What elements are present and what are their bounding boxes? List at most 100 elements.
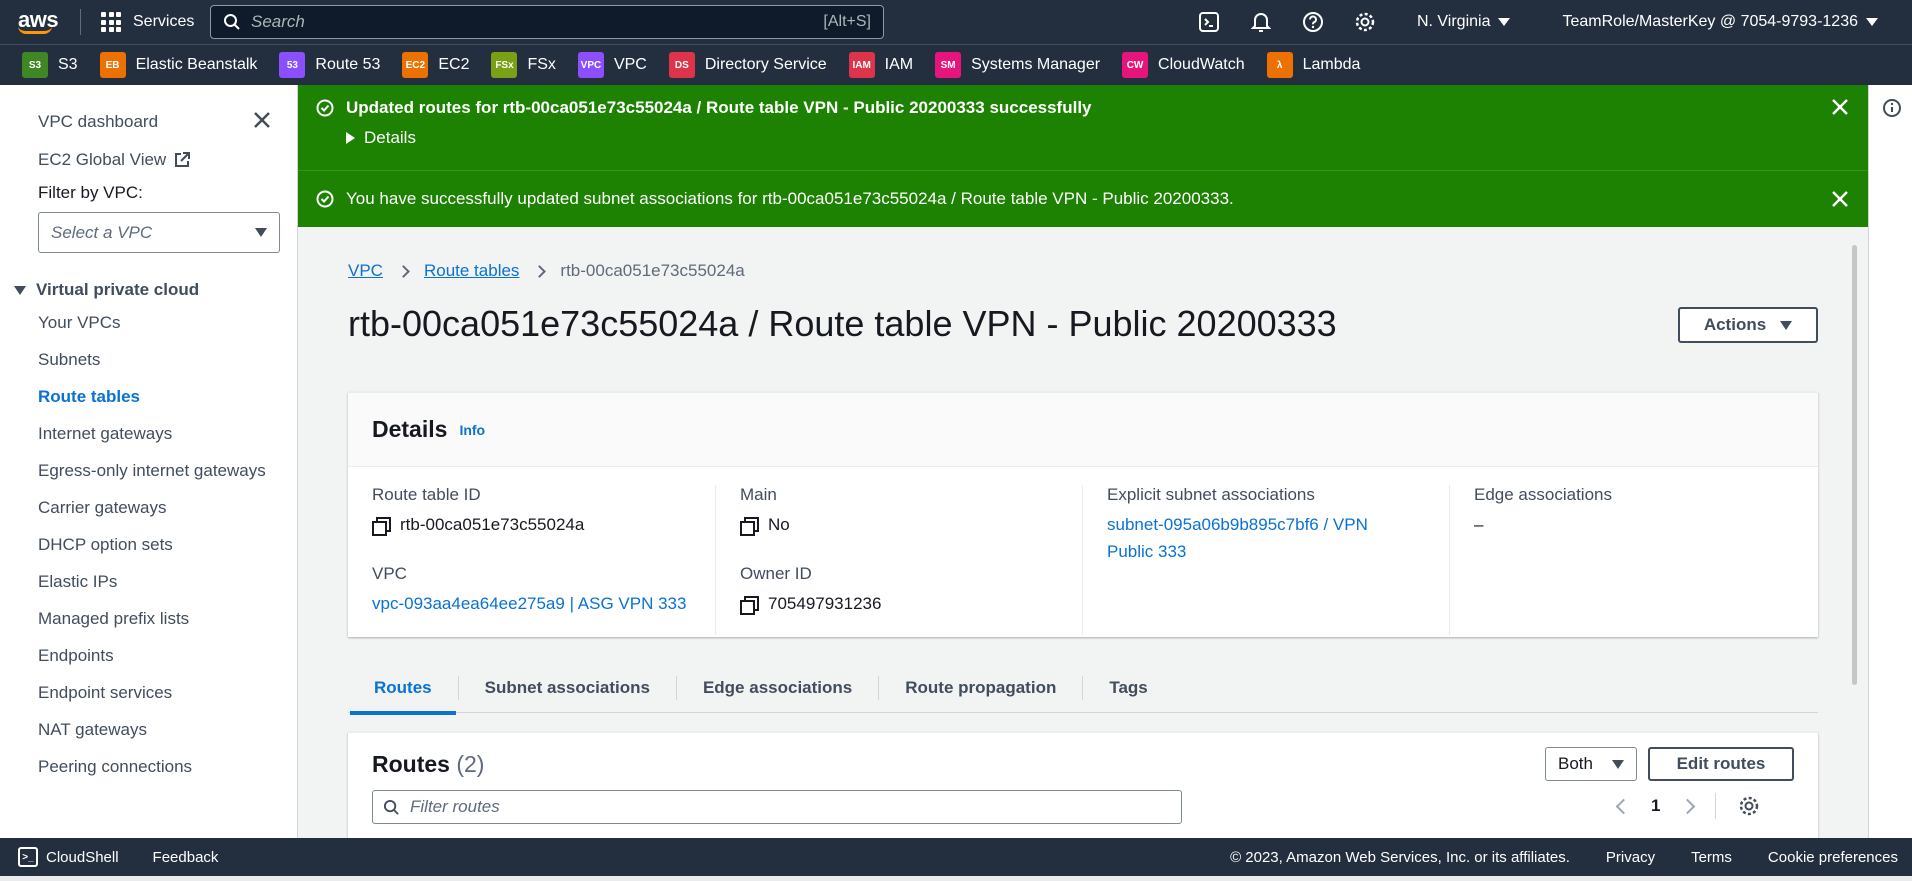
caret-down-icon <box>1498 18 1511 26</box>
route-filter-select[interactable]: Both <box>1545 747 1637 781</box>
explicit-subnet-link[interactable]: subnet-095a06b9b895c7bf6 / VPN Public 33… <box>1107 511 1407 565</box>
sidebar-item-peering-connections[interactable]: Peering connections <box>38 751 278 788</box>
breadcrumb-route-tables[interactable]: Route tables <box>424 261 519 281</box>
details-column-3: Explicit subnet associations subnet-095a… <box>1082 485 1449 635</box>
cloudshell-button[interactable]: >_ CloudShell <box>18 847 119 867</box>
cloudshell-label: CloudShell <box>46 848 119 866</box>
sidebar-item-egress-only-internet-gateways[interactable]: Egress-only internet gateways <box>38 455 278 492</box>
sidebar-item-carrier-gateways[interactable]: Carrier gateways <box>38 492 278 529</box>
systems-manager-icon: SM <box>935 52 962 78</box>
gear-icon[interactable] <box>1343 0 1387 44</box>
filter-routes-input[interactable] <box>410 797 1171 817</box>
previous-page-icon[interactable] <box>1615 798 1632 814</box>
favorite-label: Systems Manager <box>971 56 1101 73</box>
details-column-1: Route table ID rtb-00ca051e73c55024a VPC… <box>348 485 715 635</box>
favorite-cloudwatch[interactable]: CW CloudWatch <box>1122 52 1245 78</box>
flash-message: Updated routes for rtb-00ca051e73c55024a… <box>346 98 1092 117</box>
details-label: Details <box>364 128 416 147</box>
vpc-link[interactable]: vpc-093aa4ea64ee275a9 | ASG VPN 333 <box>372 590 686 617</box>
bell-icon[interactable] <box>1239 0 1283 44</box>
favorite-label: IAM <box>884 56 914 73</box>
tab-tags[interactable]: Tags <box>1082 675 1173 700</box>
actions-button[interactable]: Actions <box>1678 307 1818 343</box>
current-page[interactable]: 1 <box>1651 796 1660 816</box>
next-page-icon[interactable] <box>1680 798 1696 814</box>
aws-logo[interactable]: aws <box>18 4 66 40</box>
sidebar-item-endpoints[interactable]: Endpoints <box>38 640 278 677</box>
feedback-link[interactable]: Feedback <box>153 849 219 866</box>
favorite-directory-service[interactable]: DS Directory Service <box>668 52 827 78</box>
sidebar-item-dhcp-option-sets[interactable]: DHCP option sets <box>38 529 278 566</box>
sidebar-item-endpoint-services[interactable]: Endpoint services <box>38 677 278 714</box>
filter-routes-box[interactable] <box>372 790 1182 824</box>
success-flash-subnets: You have successfully updated subnet ass… <box>298 170 1868 227</box>
privacy-link[interactable]: Privacy <box>1606 849 1655 866</box>
caret-down-icon <box>14 285 26 295</box>
account-menu[interactable]: TeamRole/MasterKey @ 7054-9793-1236 <box>1562 13 1878 31</box>
bottom-edge <box>0 876 1912 881</box>
favorite-ec2[interactable]: EC2 EC2 <box>402 52 469 78</box>
services-menu-button[interactable]: Services <box>101 12 194 32</box>
sidebar-vpc-dashboard[interactable]: VPC dashboard <box>38 112 158 132</box>
copyright: © 2023, Amazon Web Services, Inc. or its… <box>1230 848 1570 866</box>
ec2-icon: EC2 <box>402 52 429 78</box>
copy-icon[interactable] <box>740 595 759 615</box>
favorite-elastic-beanstalk[interactable]: EB Elastic Beanstalk <box>99 52 257 78</box>
dismiss-close-icon[interactable] <box>1832 99 1848 120</box>
flash-details-toggle[interactable]: Details <box>346 128 416 148</box>
caret-down-icon <box>1866 18 1878 26</box>
region-selector[interactable]: N. Virginia <box>1417 13 1511 31</box>
sidebar-item-route-tables[interactable]: Route tables <box>38 381 278 418</box>
tab-edge-associations[interactable]: Edge associations <box>675 675 878 700</box>
sidebar-ec2-global-view[interactable]: EC2 Global View <box>38 150 191 170</box>
owner-id-label: Owner ID <box>740 564 812 583</box>
route-table-id-label: Route table ID <box>372 485 481 504</box>
cookie-preferences-link[interactable]: Cookie preferences <box>1768 849 1898 866</box>
favorite-route53[interactable]: 53 Route 53 <box>279 52 380 78</box>
copy-icon[interactable] <box>740 516 759 536</box>
terms-link[interactable]: Terms <box>1691 849 1732 866</box>
search-box[interactable]: [Alt+S] <box>210 5 884 39</box>
cloudshell-icon[interactable] <box>1187 0 1231 44</box>
settings-gear-icon[interactable] <box>1738 795 1760 817</box>
tab-subnet-associations[interactable]: Subnet associations <box>457 675 676 700</box>
search-input[interactable] <box>251 12 824 32</box>
sidebar-item-your-vpcs[interactable]: Your VPCs <box>38 307 278 344</box>
breadcrumb-vpc[interactable]: VPC <box>348 261 383 281</box>
favorite-label: Lambda <box>1302 56 1361 73</box>
sidebar-item-internet-gateways[interactable]: Internet gateways <box>38 418 278 455</box>
favorite-lambda[interactable]: λ Lambda <box>1266 52 1361 78</box>
tab-routes[interactable]: Routes <box>348 676 458 715</box>
caret-down-icon <box>1612 759 1624 769</box>
caret-down-icon <box>1780 320 1793 330</box>
sidebar-item-managed-prefix-lists[interactable]: Managed prefix lists <box>38 603 278 640</box>
aws-smile-icon <box>18 26 52 34</box>
explicit-subnet-label: Explicit subnet associations <box>1107 485 1315 504</box>
sidebar-item-nat-gateways[interactable]: NAT gateways <box>38 714 278 751</box>
route53-icon: 53 <box>279 52 306 78</box>
search-icon <box>224 14 240 30</box>
copy-icon[interactable] <box>372 516 391 536</box>
scrollbar[interactable] <box>1852 245 1857 685</box>
vpc-filter-select[interactable]: Select a VPC <box>38 212 280 253</box>
sidebar-item-subnets[interactable]: Subnets <box>38 344 278 381</box>
tab-route-propagation[interactable]: Route propagation <box>878 675 1082 700</box>
sidebar-item-elastic-ips[interactable]: Elastic IPs <box>38 566 278 603</box>
favorite-vpc[interactable]: VPC VPC <box>577 52 647 78</box>
info-link[interactable]: Info <box>459 422 485 438</box>
edit-routes-button[interactable]: Edit routes <box>1648 747 1794 781</box>
favorite-s3[interactable]: S3 S3 <box>22 52 78 78</box>
routes-count: (2) <box>456 751 485 777</box>
info-icon[interactable] <box>1882 98 1902 118</box>
pagination: 1 <box>1615 793 1760 819</box>
favorite-systems-manager[interactable]: SM Systems Manager <box>935 52 1100 78</box>
success-icon <box>316 190 334 208</box>
dismiss-close-icon[interactable] <box>1832 191 1848 212</box>
help-icon[interactable] <box>1291 0 1335 44</box>
divider <box>80 9 81 35</box>
favorites-bar: S3 S3 EB Elastic Beanstalk 53 Route 53 EC2 EC2 F… <box>0 44 1912 85</box>
close-icon[interactable] <box>253 111 271 134</box>
section-virtual-private-cloud[interactable]: Virtual private cloud <box>14 280 199 300</box>
favorite-iam[interactable]: IAM IAM <box>848 52 914 78</box>
favorite-fsx[interactable]: FSx FSx <box>491 52 556 78</box>
